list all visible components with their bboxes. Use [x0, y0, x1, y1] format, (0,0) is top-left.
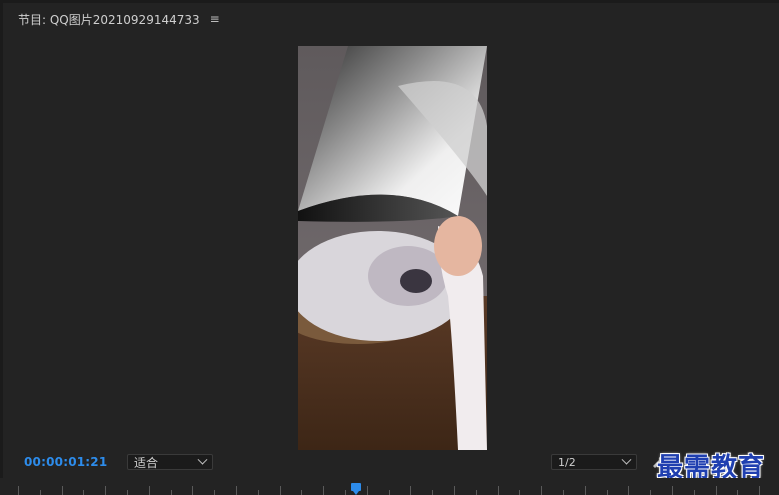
ruler-tick — [410, 486, 412, 495]
program-monitor-video[interactable] — [298, 46, 487, 450]
zoom-fit-dropdown[interactable]: 适合 — [127, 454, 213, 470]
ruler-tick — [301, 490, 303, 495]
ruler-tick — [83, 490, 85, 495]
ruler-tick — [432, 490, 434, 495]
ruler-tick — [279, 486, 281, 495]
ruler-tick — [236, 486, 237, 495]
ruler-tick — [650, 490, 652, 495]
ruler-tick — [18, 486, 19, 495]
ruler-tick — [497, 486, 499, 495]
ruler-tick — [148, 486, 150, 495]
ruler-tick — [214, 490, 216, 495]
panel-title[interactable]: 节目: QQ图片20210929144733 — [18, 11, 200, 28]
ruler-tick — [563, 490, 564, 495]
program-monitor-header: 节目: QQ图片20210929144733 ≡ — [18, 11, 220, 27]
playback-resolution-dropdown[interactable]: 1/2 — [551, 454, 637, 470]
ruler-tick — [345, 490, 346, 495]
ruler-tick — [170, 490, 172, 495]
hamburger-menu-icon[interactable]: ≡ — [210, 12, 220, 26]
ruler-tick — [693, 490, 695, 495]
ruler-tick — [715, 486, 717, 495]
ruler-tick — [454, 486, 455, 495]
cat-face — [400, 269, 432, 293]
ruler-tick — [737, 490, 739, 495]
playhead-timecode[interactable]: 00:00:01:21 — [24, 455, 107, 469]
ruler-tick — [606, 490, 608, 495]
ruler-tick — [541, 486, 543, 495]
ruler-tick — [192, 486, 194, 495]
playhead-marker[interactable] — [351, 483, 361, 495]
ruler-tick — [628, 486, 630, 495]
ruler-tick — [475, 490, 477, 495]
zoom-fit-label: 适合 — [134, 455, 159, 470]
timeline-ruler[interactable] — [0, 478, 779, 495]
ruler-tick — [366, 486, 368, 495]
ruler-tick — [127, 490, 128, 495]
ruler-tick — [105, 486, 107, 495]
ruler-tick — [388, 490, 390, 495]
ruler-tick — [519, 490, 521, 495]
ruler-tick — [672, 486, 673, 495]
chevron-down-icon — [197, 454, 208, 465]
ruler-tick — [759, 486, 761, 495]
video-frame-image — [298, 46, 487, 450]
ruler-tick — [257, 490, 259, 495]
ruler-tick — [61, 486, 63, 495]
top-border — [0, 0, 779, 3]
chevron-down-icon — [621, 454, 632, 465]
ruler-tick — [323, 486, 325, 495]
ruler-tick — [39, 490, 41, 495]
watermark-text: 最需教育 — [657, 453, 766, 483]
left-border — [0, 0, 3, 495]
ruler-tick — [584, 486, 586, 495]
playback-resolution-label: 1/2 — [558, 455, 576, 469]
hand — [434, 216, 482, 276]
